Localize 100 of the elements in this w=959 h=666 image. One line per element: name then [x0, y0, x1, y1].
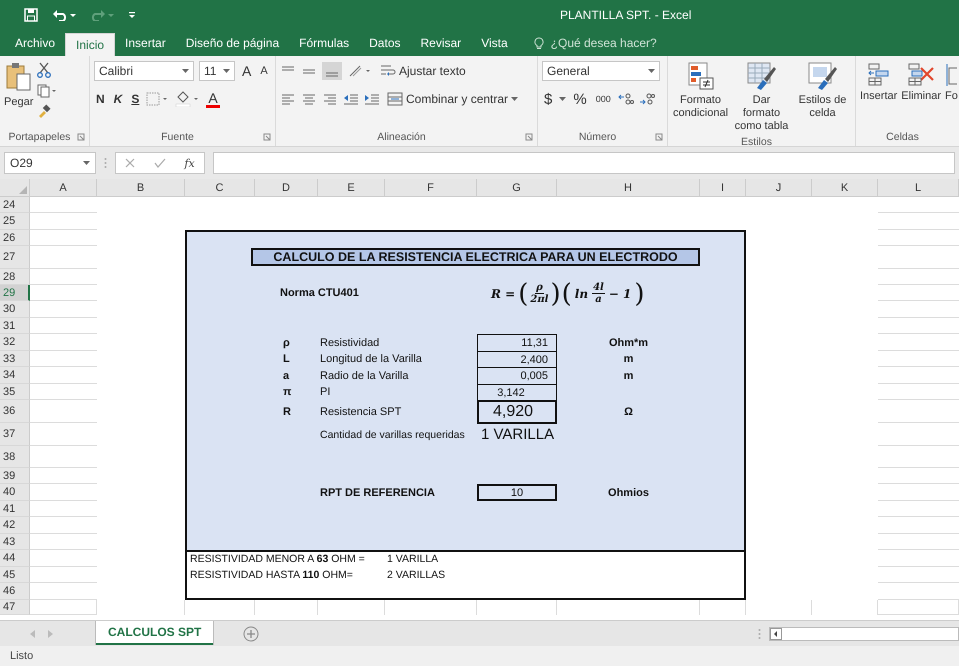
row-header[interactable]: 28 [0, 269, 30, 285]
value-cell: 11,31 [477, 334, 557, 352]
number-format-field[interactable]: General [542, 61, 660, 81]
clipboard-icon [6, 62, 32, 92]
row-header[interactable]: 34 [0, 367, 30, 384]
ribbon-tab[interactable]: Vista [471, 30, 518, 56]
copy-icon[interactable] [37, 84, 58, 98]
column-header[interactable]: E [318, 179, 385, 197]
row-header[interactable]: 32 [0, 334, 30, 351]
ribbon-tab[interactable]: Diseño de página [176, 30, 290, 56]
format-painter-icon[interactable] [37, 104, 52, 118]
name-box[interactable]: O29 [4, 152, 96, 174]
column-header[interactable]: G [477, 179, 557, 197]
column-header[interactable]: F [385, 179, 477, 197]
scissors-icon[interactable] [37, 62, 52, 78]
increase-decimal-icon[interactable] [618, 92, 634, 106]
ribbon-tab[interactable]: Revisar [410, 30, 472, 56]
row-header[interactable]: 24 [0, 197, 30, 213]
dropdown-icon [182, 69, 189, 73]
underline-button[interactable]: S [129, 92, 142, 106]
align-bottom-icon[interactable] [322, 62, 342, 80]
row-header[interactable]: 25 [0, 213, 30, 230]
increase-indent-icon[interactable] [364, 92, 380, 106]
column-header[interactable]: I [700, 179, 746, 197]
unit-cell-text: m [622, 352, 634, 367]
dialog-launcher-icon[interactable] [77, 133, 85, 141]
row-header[interactable]: 26 [0, 230, 30, 246]
font-color-button[interactable]: A [206, 90, 220, 108]
value-cell: 4,920 [477, 400, 557, 424]
horizontal-scrollbar[interactable] [769, 626, 959, 640]
decrease-decimal-icon[interactable] [638, 92, 655, 106]
dialog-launcher-icon[interactable] [263, 133, 271, 141]
parameter-label: Radio de la Varilla [319, 368, 410, 384]
delete-cells-button[interactable]: Eliminar [901, 60, 942, 128]
merge-center-button[interactable]: Combinar y centrar [385, 92, 520, 106]
row-header[interactable]: 40 [0, 484, 30, 501]
row-header[interactable]: 43 [0, 534, 30, 550]
row-header[interactable]: 36 [0, 400, 30, 423]
row-header[interactable]: 30 [0, 301, 30, 318]
row-header[interactable]: 47 [0, 600, 30, 615]
font-name-field[interactable]: Calibri [94, 61, 194, 81]
cell-styles-button[interactable]: Estilos de celda [794, 60, 851, 136]
row-header[interactable]: 41 [0, 501, 30, 517]
tell-me-field[interactable]: ¿Qué desea hacer? [548, 35, 683, 51]
parameter-label: Longitud de la Varilla [319, 352, 423, 367]
ribbon-tab[interactable]: Datos [359, 30, 410, 56]
row-header[interactable]: 31 [0, 318, 30, 334]
dialog-launcher-icon[interactable] [525, 133, 533, 141]
formula-field[interactable] [213, 152, 955, 174]
format-as-table-button[interactable]: Dar formato como tabla [733, 60, 790, 136]
dialog-launcher-icon[interactable] [655, 133, 663, 141]
ribbon-tab[interactable]: Inicio [65, 33, 116, 56]
row-header[interactable]: 37 [0, 423, 30, 446]
column-header[interactable]: K [812, 179, 878, 197]
paste-button[interactable]: Pegar [4, 60, 34, 128]
row-header[interactable]: 27 [0, 246, 30, 269]
sheet-tab[interactable]: CALCULOS SPT [96, 621, 214, 645]
insert-cells-button[interactable]: Insertar [860, 60, 898, 128]
align-left-icon[interactable] [280, 92, 296, 106]
ribbon-tab[interactable]: Insertar [115, 30, 176, 56]
add-sheet-icon[interactable] [243, 626, 260, 642]
ribbon-tab[interactable]: Archivo [5, 30, 66, 56]
grow-font-button[interactable]: A [240, 63, 254, 79]
shrink-font-button[interactable]: A [258, 65, 270, 77]
thousands-button[interactable]: 000 [594, 94, 613, 104]
format-cells-button[interactable]: Fo [945, 60, 958, 128]
row-header[interactable]: 33 [0, 351, 30, 367]
currency-button[interactable]: $ [542, 90, 554, 108]
column-header[interactable]: J [746, 179, 812, 197]
percent-button[interactable]: % [571, 90, 589, 108]
font-size-field[interactable]: 11 [199, 61, 235, 81]
column-header[interactable]: L [878, 179, 959, 197]
column-header[interactable]: H [557, 179, 700, 197]
orientation-icon[interactable] [347, 64, 373, 78]
scroll-left-icon[interactable] [770, 628, 782, 640]
row-header[interactable]: 45 [0, 567, 30, 583]
column-header[interactable]: D [255, 179, 318, 197]
insert-function-button[interactable]: fx [184, 156, 195, 170]
dropdown-icon[interactable] [559, 97, 566, 101]
row-header[interactable]: 42 [0, 517, 30, 534]
save-icon[interactable] [24, 8, 38, 22]
row-header[interactable]: 35 [0, 384, 30, 400]
row-header[interactable]: 38 [0, 446, 30, 468]
undo-icon[interactable] [52, 9, 76, 21]
column-header[interactable]: A [30, 179, 97, 197]
column-header[interactable]: C [185, 179, 255, 197]
wrap-text-button[interactable]: Ajustar texto [378, 64, 468, 78]
align-right-icon[interactable] [322, 92, 338, 106]
column-header[interactable]: B [97, 179, 185, 197]
italic-button[interactable]: K [112, 92, 124, 106]
align-center-icon[interactable] [301, 92, 317, 106]
row-header[interactable]: 44 [0, 550, 30, 567]
row-header[interactable]: 39 [0, 468, 30, 484]
row-header[interactable]: 46 [0, 583, 30, 600]
decrease-indent-icon[interactable] [343, 92, 359, 106]
bold-button[interactable]: N [94, 92, 107, 106]
conditional-format-button[interactable]: Formato condicional [672, 60, 729, 136]
customize-menu-icon[interactable] [128, 11, 136, 19]
ribbon-tab[interactable]: Fórmulas [289, 30, 360, 56]
row-header[interactable]: 29 [0, 285, 30, 301]
